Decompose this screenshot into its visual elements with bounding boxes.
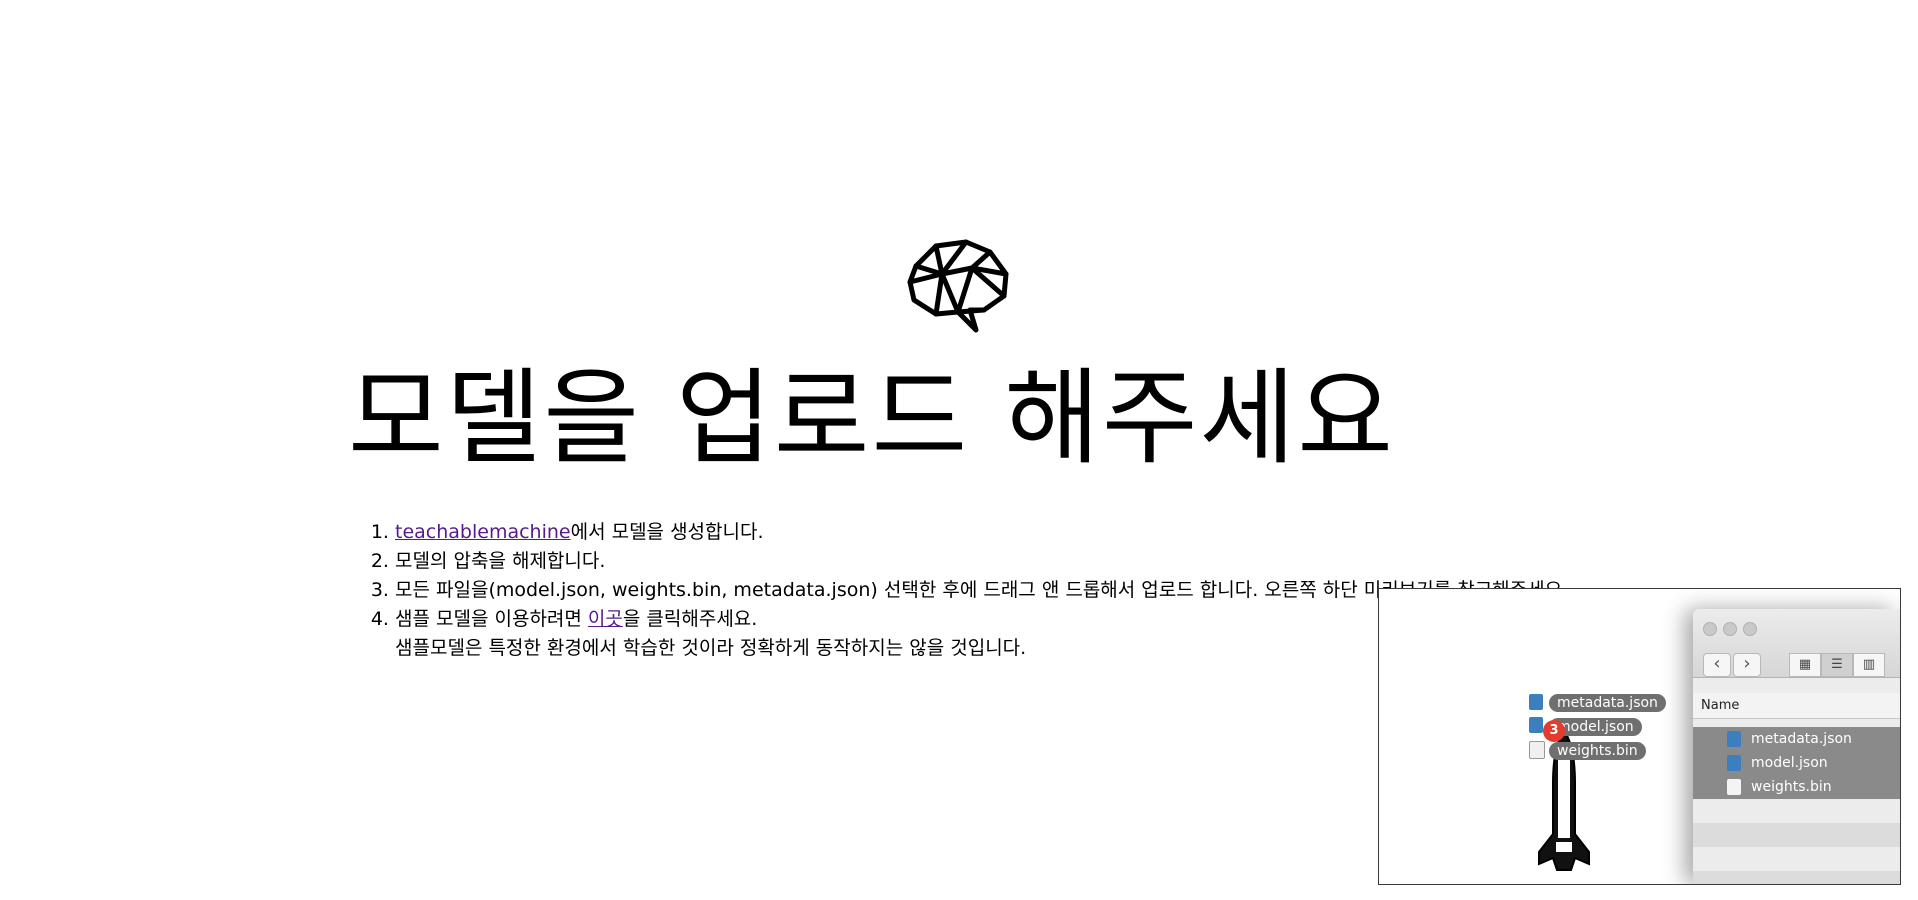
step-2: 모델의 압축을 해제합니다.: [395, 547, 1568, 576]
forward-button[interactable]: ›: [1733, 653, 1761, 677]
step-4-text-after: 을 클릭해주세요.: [622, 608, 758, 630]
json-file-icon: [1529, 694, 1543, 710]
file-name: weights.bin: [1751, 779, 1832, 795]
step-2-text: 모델의 압축을 해제합니다.: [395, 550, 606, 572]
bin-file-icon: [1529, 741, 1545, 759]
file-row[interactable]: model.json: [1693, 751, 1900, 775]
step-4-text-before: 샘플 모델을 이용하려면: [395, 608, 588, 630]
json-file-icon: [1727, 755, 1741, 771]
empty-row: [1693, 823, 1900, 847]
json-file-icon: [1529, 717, 1543, 733]
drag-drop-preview: ‹ › ▦ ☰ ▥ Name metadata.json model.json …: [1378, 588, 1901, 885]
drag-count-badge: 3: [1543, 720, 1565, 742]
name-column-header[interactable]: Name: [1693, 693, 1900, 719]
upload-page[interactable]: 모델을 업로드 해주세요 teachablemachine에서 모델을 생성합니…: [0, 0, 1918, 900]
sample-model-link[interactable]: 이곳: [588, 608, 623, 630]
file-row[interactable]: weights.bin: [1693, 775, 1900, 799]
minimize-window-icon[interactable]: [1723, 622, 1737, 636]
drag-label: weights.bin: [1549, 742, 1646, 760]
teachablemachine-link[interactable]: teachablemachine: [395, 521, 571, 543]
drag-label: metadata.json: [1549, 694, 1666, 712]
zoom-window-icon[interactable]: [1743, 622, 1757, 636]
close-window-icon[interactable]: [1703, 622, 1717, 636]
json-file-icon: [1727, 731, 1741, 747]
page-title: 모델을 업로드 해주세요: [348, 357, 1395, 479]
file-name: model.json: [1751, 755, 1828, 771]
bin-file-icon: [1727, 779, 1741, 795]
brain-icon: [907, 239, 1009, 333]
step-1: teachablemachine에서 모델을 생성합니다.: [395, 518, 1568, 547]
list-view-button[interactable]: ☰: [1821, 653, 1853, 677]
back-button[interactable]: ‹: [1703, 653, 1731, 677]
finder-window: ‹ › ▦ ☰ ▥ Name metadata.json model.json …: [1693, 609, 1900, 884]
column-view-button[interactable]: ▥: [1853, 653, 1885, 677]
step-1-text: 에서 모델을 생성합니다.: [570, 521, 764, 543]
empty-row: [1693, 871, 1900, 884]
icon-view-button[interactable]: ▦: [1789, 653, 1821, 677]
file-row[interactable]: metadata.json: [1693, 727, 1900, 751]
file-name: metadata.json: [1751, 731, 1852, 747]
